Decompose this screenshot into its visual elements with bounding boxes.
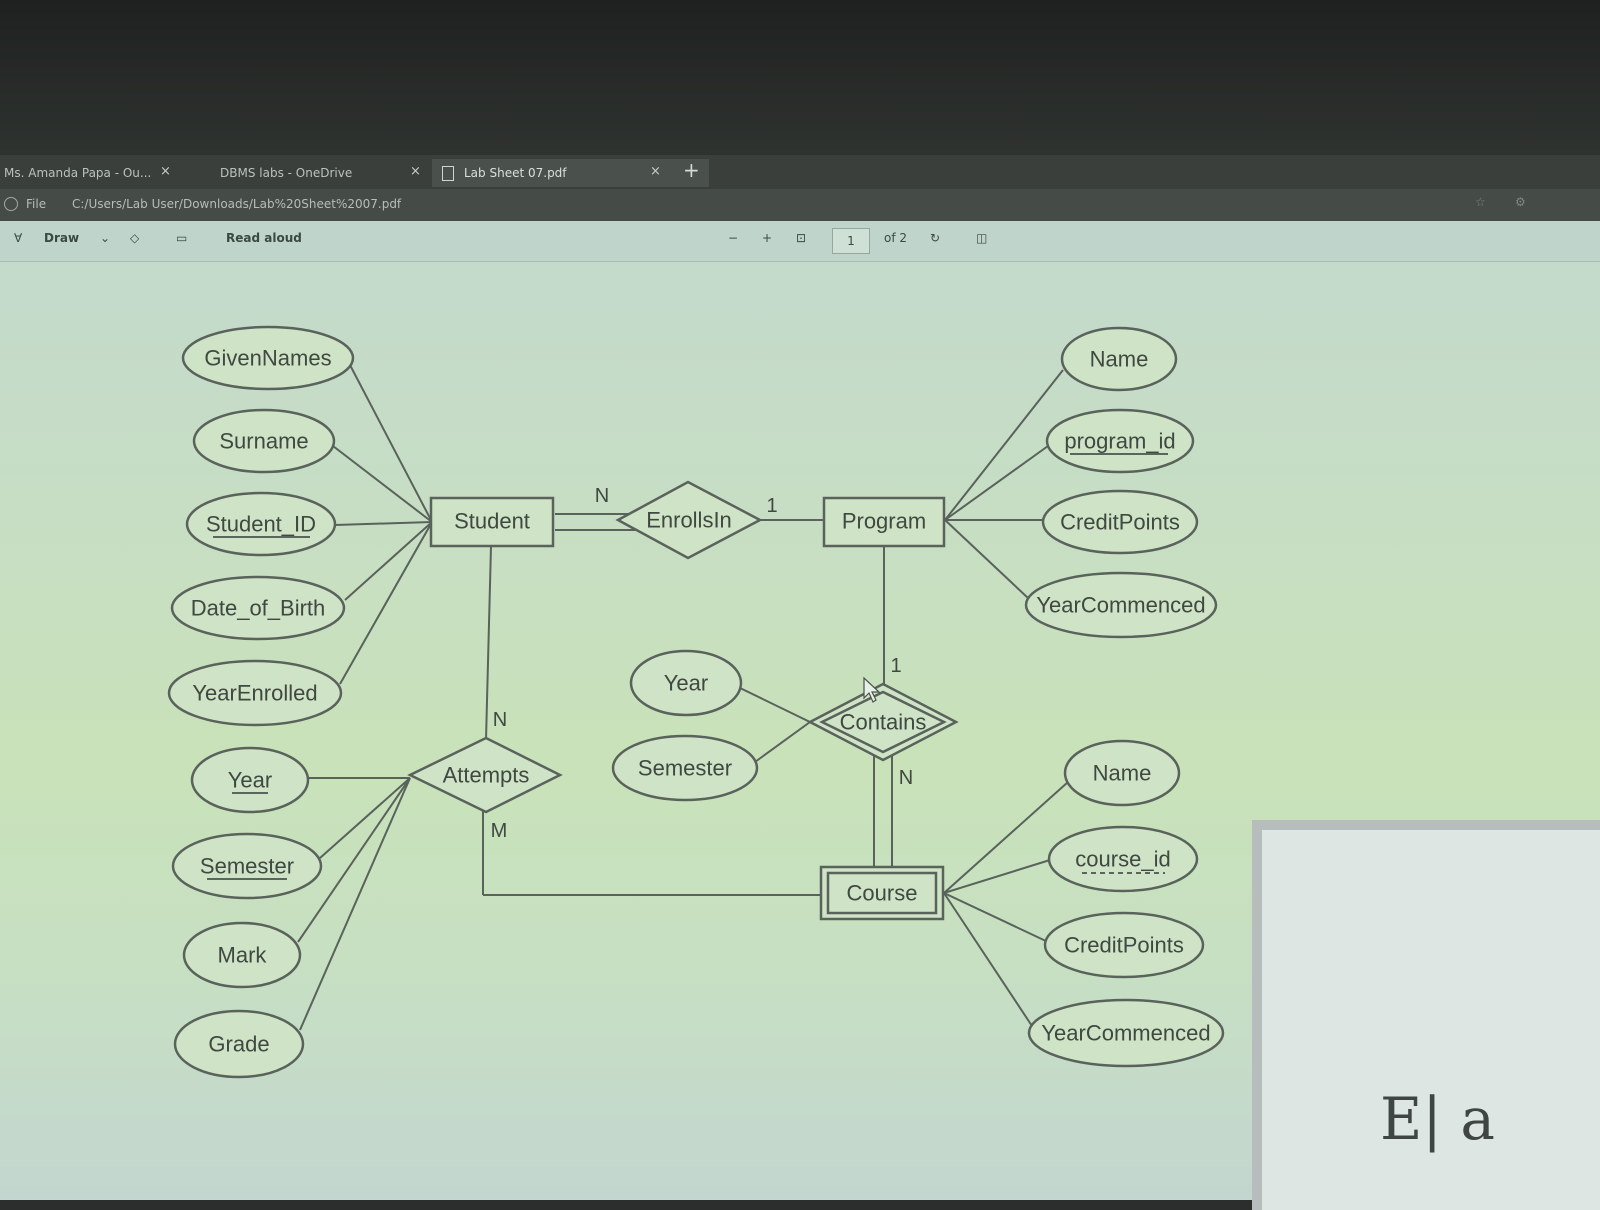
info-icon [4,197,18,211]
whiteboard-handwriting: E| a [1380,1085,1495,1153]
browser-tab-bar: Ms. Amanda Papa - Ou... × DBMS labs - On… [0,155,1600,189]
entity-course-label: Course [847,881,918,906]
tab-lab-sheet[interactable]: Lab Sheet 07.pdf [432,159,709,187]
attr-cont-year-label: Year [664,671,708,696]
attr-program-id-label: program_id [1064,429,1175,454]
attr-prog-creditpoints-label: CreditPoints [1060,510,1180,535]
rel-enrollsin-label: EnrollsIn [646,508,732,533]
tab-label: DBMS labs - OneDrive [220,166,353,180]
address-scheme: File [26,197,47,211]
attr-att-year-label: Year [228,768,272,793]
attr-course-yearcommenced-label: YearCommenced [1041,1021,1210,1046]
attr-course-creditpoints-label: CreditPoints [1064,933,1184,958]
close-icon[interactable]: × [160,164,171,179]
entity-student-label: Student [454,509,530,534]
card-attempts-course: M [491,820,508,842]
attr-date-of-birth-label: Date_of_Birth [191,596,326,621]
address-url[interactable]: C:/Users/Lab User/Downloads/Lab%20Sheet%… [72,197,401,211]
address-bar[interactable]: File C:/Users/Lab User/Downloads/Lab%20S… [0,189,1600,221]
card-student-enroll: N [595,485,609,507]
card-enroll-program: 1 [766,495,777,517]
star-icon[interactable]: ☆ [1475,195,1486,209]
attr-prog-yearcommenced-label: YearCommenced [1036,593,1205,618]
attr-course-name-label: Name [1093,761,1152,786]
attr-givennames-label: GivenNames [204,346,331,371]
attr-att-semester-label: Semester [200,854,294,879]
new-tab-button[interactable]: + [683,158,700,182]
attr-student-id-label: Student_ID [206,512,316,537]
card-program-contains: 1 [890,655,901,677]
attr-surname-label: Surname [219,429,308,454]
close-icon[interactable]: × [410,164,421,179]
attr-grade-label: Grade [208,1032,269,1057]
tab-label: Ms. Amanda Papa - Ou... [4,166,152,180]
entity-program-label: Program [842,509,926,534]
card-contains-course: N [899,767,913,789]
tab-label: Lab Sheet 07.pdf [464,166,567,180]
tab-onedrive-profile[interactable]: Ms. Amanda Papa - Ou... [0,159,184,187]
attr-cont-semester-label: Semester [638,756,732,781]
attr-mark-label: Mark [218,943,268,968]
close-icon[interactable]: × [650,164,661,179]
attr-prog-name-label: Name [1090,347,1149,372]
pdf-icon [442,166,454,181]
attr-course-id-label: course_id [1075,847,1170,872]
whiteboard: E| a [1252,820,1600,1210]
rel-contains-label: Contains [840,710,927,735]
dark-screen-bezel [0,0,1600,155]
card-student-attempts: N [493,709,507,731]
rel-attempts-label: Attempts [443,763,530,788]
extensions-icon[interactable]: ⚙ [1515,195,1526,209]
attr-yearenrolled-label: YearEnrolled [192,681,317,706]
